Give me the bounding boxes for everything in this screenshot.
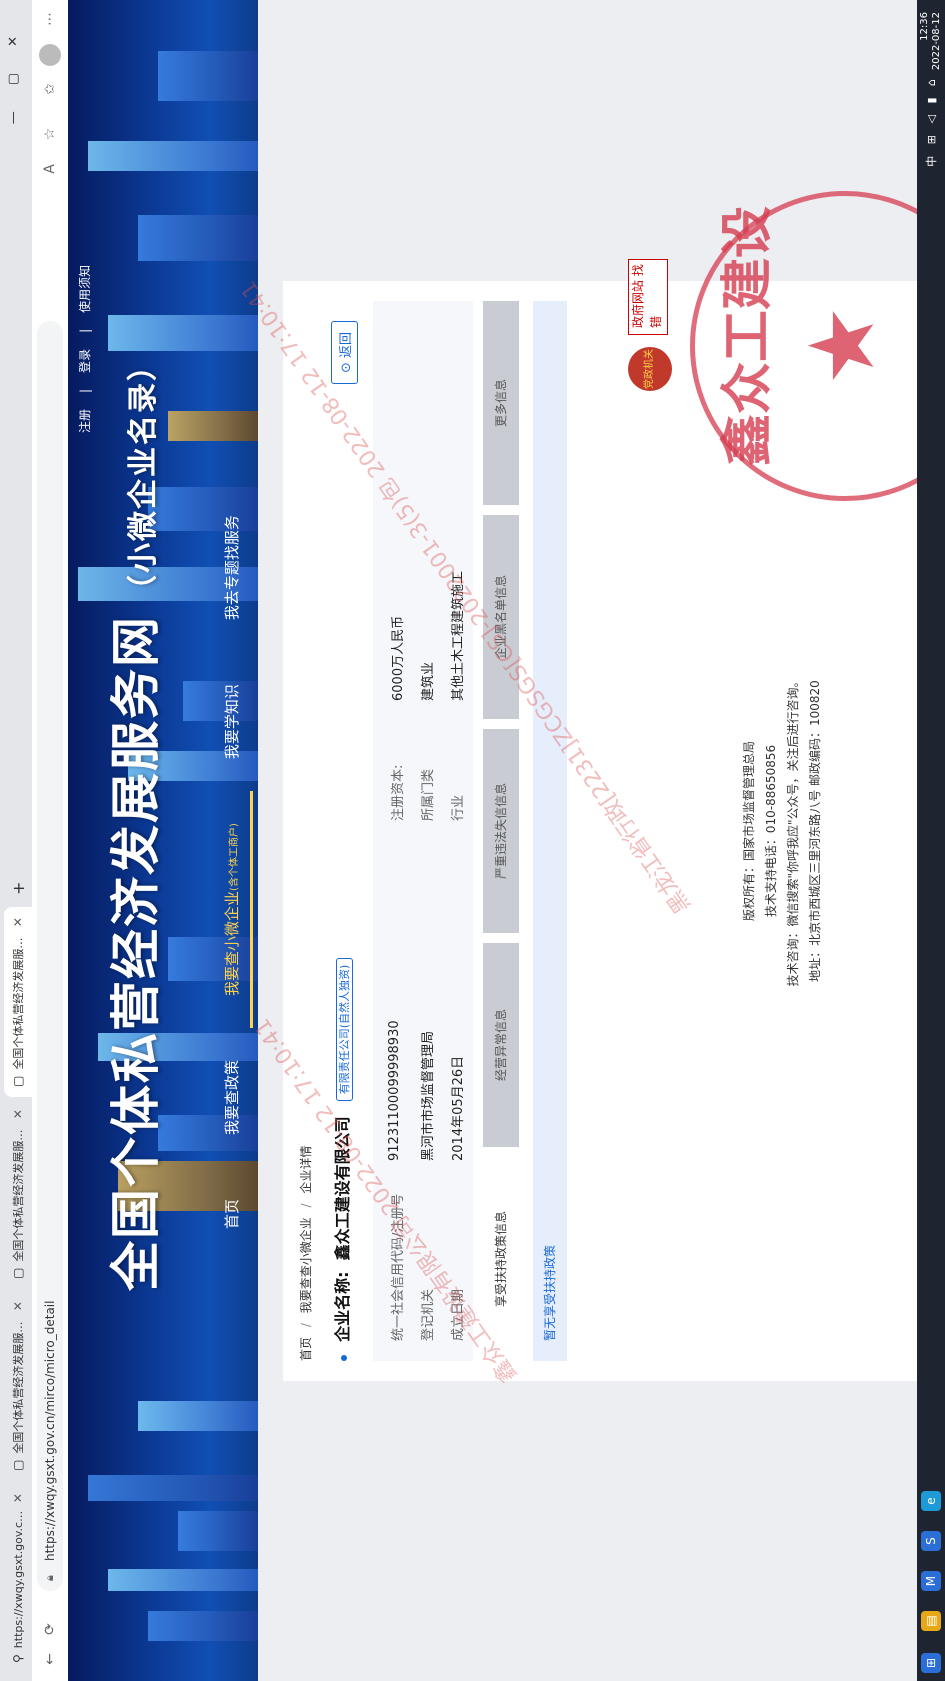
browser-tab-search[interactable]: ⚲ https://xwqy.gsxt.gov.cn/ - 搜索 ✕ [4, 1483, 32, 1673]
edge-icon[interactable]: e [921, 1491, 941, 1511]
explorer-icon[interactable]: ▤ [921, 1611, 941, 1631]
start-icon[interactable]: ⊞ [921, 1653, 941, 1673]
minimize-icon[interactable]: — [6, 85, 21, 124]
register-link[interactable]: 注册 [78, 409, 92, 433]
tab-more-info[interactable]: 更多信息 [483, 301, 519, 505]
more-menu-icon[interactable]: ⋯ [38, 7, 62, 31]
seal-star-icon: ★ [790, 305, 895, 386]
browser-tab-bar: ⚲ https://xwqy.gsxt.gov.cn/ - 搜索 ✕ ▢ 全国个… [0, 0, 33, 1681]
maximize-icon[interactable]: ▢ [6, 47, 21, 85]
info-tabs: 享受扶持政策信息 经营异常信息 严重违法失信信息 企业黑名单信息 更多信息 [483, 301, 519, 1361]
top-links: 注册|登录|使用须知 [78, 264, 92, 433]
mail-icon[interactable]: M [921, 1571, 941, 1591]
breadcrumb-home[interactable]: 首页 [299, 1337, 313, 1361]
main-nav: 首页 我要查政策 我要查小微企业(含个体工商户) 我要学知识 我去专题找服务 [213, 483, 253, 1261]
tab-illegal-info[interactable]: 严重违法失信信息 [483, 729, 519, 933]
field-value: 建筑业 [421, 661, 436, 701]
taskbar: ⊞ ▤ M S e 中 ⊞ ◁ ▮ ⌂ 12:36 2022-08-12 [917, 0, 945, 1681]
close-window-icon[interactable]: ✕ [6, 10, 21, 47]
url-input[interactable]: 🔒︎ https://xwqy.gsxt.gov.cn/mirco/micro_… [37, 321, 63, 1591]
back-circle-icon: ⊙ [339, 358, 354, 374]
field-label: 行业 [451, 794, 466, 821]
tab-abnormal-info[interactable]: 经营异常信息 [483, 943, 519, 1147]
policy-result: 暂无享受扶持政策 [533, 301, 567, 1361]
page-icon: ▢ [11, 1267, 25, 1279]
breadcrumb-search[interactable]: 我要查查小微企业 [299, 1217, 313, 1313]
clock[interactable]: 12:36 2022-08-12 [919, 12, 943, 70]
favorites-icon[interactable]: ✩ [38, 77, 62, 101]
field-label: 注册资本: [391, 764, 406, 821]
window-controls[interactable]: —▢✕ [6, 10, 21, 124]
read-aloud-icon[interactable]: A [38, 157, 62, 181]
gov-site-badge[interactable]: 政府网站 找错 [628, 259, 668, 335]
sogou-icon[interactable]: S [921, 1531, 941, 1551]
favorite-add-icon[interactable]: ☆ [38, 122, 62, 146]
close-tab-icon[interactable]: ✕ [11, 1301, 25, 1311]
system-tray[interactable]: 中 ⊞ ◁ ▮ ⌂ [923, 75, 939, 167]
screen: ⚲ https://xwqy.gsxt.gov.cn/ - 搜索 ✕ ▢ 全国个… [0, 0, 945, 1681]
page-icon: ▢ [11, 1459, 25, 1471]
close-tab-icon[interactable]: ✕ [11, 917, 25, 927]
page-icon: ▢ [11, 1075, 25, 1087]
back-icon[interactable]: ← [38, 1647, 62, 1671]
close-tab-icon[interactable]: ✕ [11, 1493, 25, 1503]
party-org-badge[interactable]: 党政机关 [628, 347, 672, 391]
floating-panel [798, 0, 853, 46]
footer-badges: 党政机关 政府网站 找错 [628, 259, 672, 391]
browser-tab-site-3[interactable]: ▢ 全国个体私营经济发展服务网 ✕ [4, 907, 32, 1097]
lock-icon: 🔒︎ [43, 1575, 56, 1581]
nav-services[interactable]: 我去专题找服务 [213, 483, 253, 652]
back-button[interactable]: ⊙ 返回 [331, 321, 358, 385]
field-value: 2014年05月26日 [451, 1055, 466, 1161]
browser-tab-site-1[interactable]: ▢ 全国个体私营经济发展服务网 ✕ [4, 1291, 32, 1481]
field-value: 6000万人民币 [391, 615, 406, 701]
nav-enterprise[interactable]: 我要查小微企业(含个体工商户) [213, 791, 253, 1028]
browser-tab-site-2[interactable]: ▢ 全国个体私营经济发展服务网 ✕ [4, 1099, 32, 1289]
site-banner: 全国个体私营经济发展服务网（小微企业名录） 注册|登录|使用须知 首页 我要查政… [68, 0, 258, 1681]
new-tab-button[interactable]: + [4, 873, 32, 903]
company-type-badge: 有限责任公司(自然人独资) [336, 957, 353, 1102]
site-title: 全国个体私营经济发展服务网（小微企业名录） [107, 349, 165, 1291]
login-link[interactable]: 登录 [78, 349, 92, 373]
field-value: 黑河市市场监督管理局 [421, 1030, 436, 1161]
nav-policy[interactable]: 我要查政策 [213, 1028, 253, 1167]
breadcrumb-current: 企业详情 [299, 1145, 313, 1194]
refresh-icon[interactable]: ⟳ [38, 1617, 62, 1641]
site-subtitle: （小微企业名录） [126, 349, 161, 605]
field-label: 所属门类 [421, 768, 436, 821]
breadcrumb: 首页 / 我要查查小微企业 / 企业详情 [299, 1145, 313, 1361]
company-label: 企业名称: [333, 1271, 352, 1342]
close-tab-icon[interactable]: ✕ [11, 1109, 25, 1119]
bullet-icon [340, 1355, 347, 1361]
nav-home[interactable]: 首页 [213, 1167, 253, 1261]
seal-text: 鑫众工建设 [718, 205, 778, 466]
nav-knowledge[interactable]: 我要学知识 [213, 652, 253, 791]
search-icon: ⚲ [11, 1654, 25, 1663]
avatar[interactable] [39, 44, 61, 66]
company-seal: 鑫众工建设 ★ 2311020024 [690, 191, 945, 501]
field-value: 91231100099998930 [387, 1020, 402, 1161]
address-bar-row: ← ⟳ 🔒︎ https://xwqy.gsxt.gov.cn/mirco/mi… [32, 0, 69, 1681]
terms-link[interactable]: 使用须知 [78, 265, 92, 313]
